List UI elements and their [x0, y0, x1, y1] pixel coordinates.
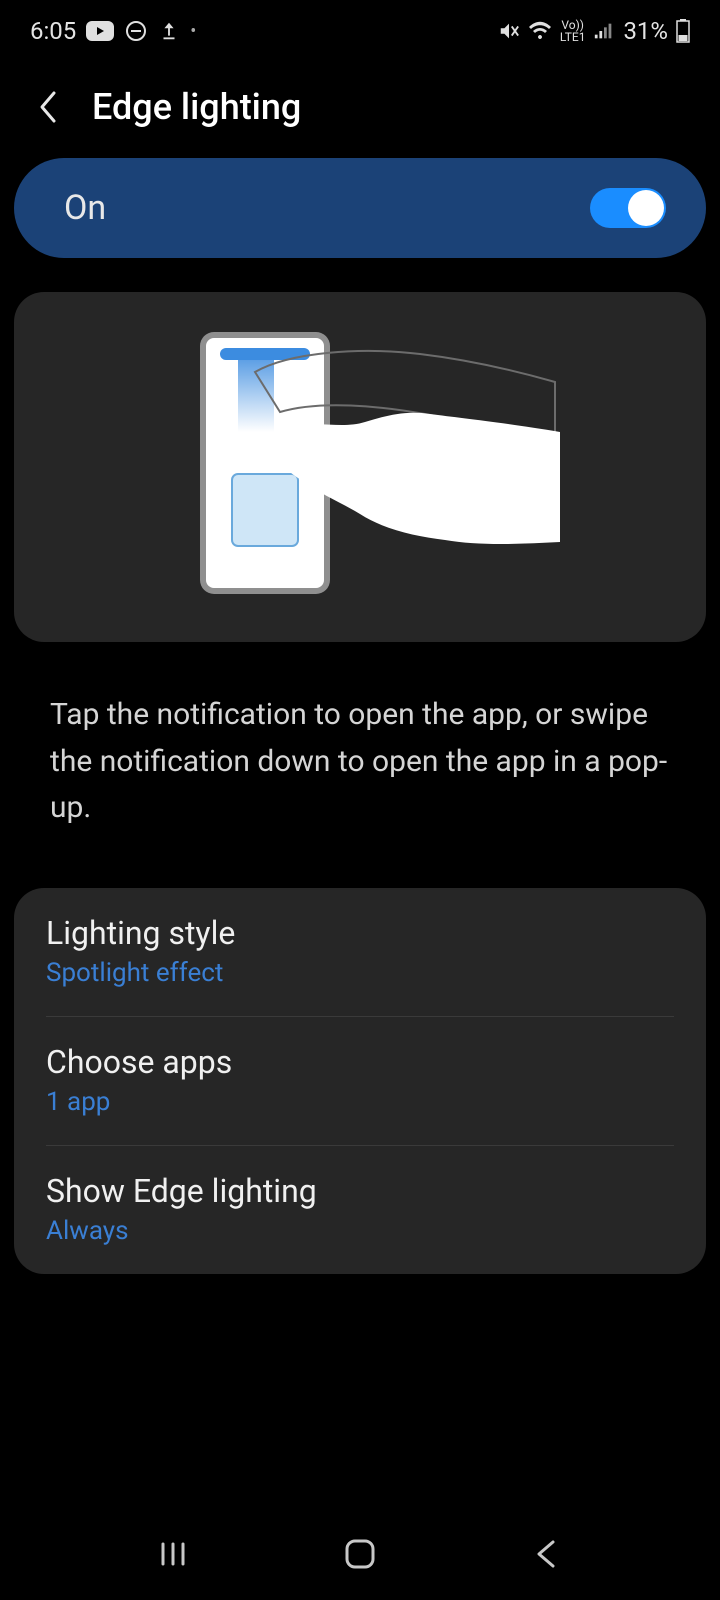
battery-percent: 31% [623, 17, 668, 45]
setting-show-edge-lighting[interactable]: Show Edge lighting Always [14, 1146, 706, 1274]
youtube-icon [86, 21, 114, 41]
app-header: Edge lighting [0, 58, 720, 158]
upload-icon [158, 20, 180, 42]
description-text: Tap the notification to open the app, or… [14, 642, 706, 888]
setting-value: Always [46, 1216, 674, 1246]
setting-value: Spotlight effect [46, 958, 674, 988]
network-label: Vo)) LTE1 [560, 19, 586, 43]
battery-icon [676, 19, 690, 43]
master-toggle-label: On [64, 188, 106, 228]
dot-icon: • [190, 21, 196, 42]
phone-swipe-illustration [160, 322, 560, 612]
setting-title: Lighting style [46, 914, 674, 952]
setting-choose-apps[interactable]: Choose apps 1 app [14, 1017, 706, 1145]
master-toggle-card[interactable]: On [14, 158, 706, 258]
status-right: Vo)) LTE1 31% [498, 17, 690, 45]
setting-title: Choose apps [46, 1043, 674, 1081]
status-bar: 6:05 • Vo)) LTE1 31% [0, 0, 720, 58]
status-time: 6:05 [30, 17, 76, 45]
navigation-bar [0, 1508, 720, 1600]
wifi-icon [528, 19, 552, 43]
back-nav-button[interactable] [525, 1532, 569, 1576]
switch-thumb [628, 190, 664, 226]
page-title: Edge lighting [92, 86, 301, 128]
dnd-icon [124, 19, 148, 43]
signal-icon [593, 20, 615, 42]
setting-lighting-style[interactable]: Lighting style Spotlight effect [14, 888, 706, 1016]
setting-title: Show Edge lighting [46, 1172, 674, 1210]
settings-list: Lighting style Spotlight effect Choose a… [14, 888, 706, 1274]
home-button[interactable] [338, 1532, 382, 1576]
recents-button[interactable] [151, 1532, 195, 1576]
setting-value: 1 app [46, 1087, 674, 1117]
master-toggle-switch[interactable] [590, 188, 666, 228]
status-left: 6:05 • [30, 17, 196, 45]
mute-icon [498, 20, 520, 42]
back-button[interactable] [30, 89, 66, 125]
illustration-card [14, 292, 706, 642]
